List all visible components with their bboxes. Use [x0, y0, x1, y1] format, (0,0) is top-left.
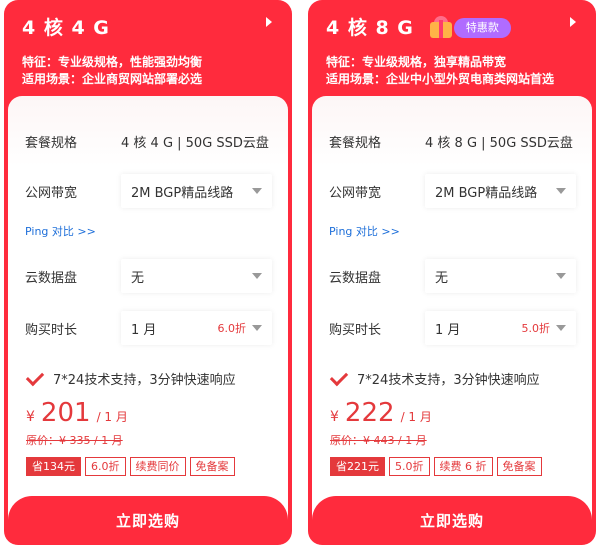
disk-label: 云数据盘 — [329, 270, 382, 286]
caret-down-icon — [252, 188, 262, 194]
plan-card-4c4g: 4 核 4 G 特征：专业级规格，性能强劲均衡 适用场景：企业商贸网站部署必选 … — [4, 0, 292, 545]
support-line: 7*24技术支持，3分钟快速响应 — [25, 367, 236, 388]
plan-feature-text: 特征：专业级规格，性能强劲均衡 — [22, 55, 203, 69]
tag-list: 省134元 6.0折 续费同价 免备案 — [26, 457, 235, 476]
plan-header: 4 核 4 G 特征：专业级规格，性能强劲均衡 适用场景：企业商贸网站部署必选 — [4, 0, 292, 96]
bandwidth-row: 公网带宽 2M BGP精品线路 — [25, 174, 272, 208]
price-value: 201 — [40, 398, 91, 428]
support-line: 7*24技术支持，3分钟快速响应 — [329, 367, 540, 388]
duration-label: 购买时长 — [329, 322, 382, 338]
bandwidth-select[interactable]: 2M BGP精品线路 — [425, 174, 576, 208]
duration-value: 1 月 — [131, 322, 157, 338]
renewal-tag: 续费同价 — [129, 457, 186, 476]
renewal-tag: 续费 6 折 — [433, 457, 493, 476]
plan-features: 特征：专业级规格，性能强劲均衡 适用场景：企业商贸网站部署必选 — [22, 54, 274, 88]
duration-label: 购买时长 — [25, 322, 78, 338]
caret-right-icon[interactable] — [266, 17, 272, 27]
price: ¥ 201 / 1 月 — [26, 398, 128, 428]
disk-label: 云数据盘 — [25, 270, 78, 286]
original-price: 原价：¥ 335 / 1 月 — [26, 434, 123, 447]
disk-value: 无 — [131, 270, 145, 286]
spec-row: 套餐规格 4 核 4 G | 50G SSD云盘 — [25, 124, 272, 158]
disk-value: 无 — [435, 270, 449, 286]
bandwidth-row: 公网带宽 2M BGP精品线路 — [329, 174, 576, 208]
currency-symbol: ¥ — [330, 409, 339, 425]
plan-cards: 4 核 4 G 特征：专业级规格，性能强劲均衡 适用场景：企业商贸网站部署必选 … — [0, 0, 601, 545]
plan-body: 套餐规格 4 核 8 G | 50G SSD云盘 公网带宽 2M BGP精品线路… — [312, 96, 592, 545]
price-value: 222 — [344, 398, 395, 428]
plan-title: 4 核 8 G 特惠款 — [326, 14, 578, 42]
bandwidth-label: 公网带宽 — [25, 185, 78, 201]
spec-label: 套餐规格 — [329, 135, 382, 151]
duration-row: 购买时长 1 月 6.0折 — [25, 311, 272, 345]
caret-down-icon — [556, 188, 566, 194]
ping-compare-link[interactable]: Ping 对比 >> — [329, 223, 400, 239]
bandwidth-label: 公网带宽 — [329, 185, 382, 201]
price-unit: / 1 月 — [400, 410, 432, 424]
check-icon — [329, 367, 349, 386]
disk-row: 云数据盘 无 — [25, 259, 272, 293]
disk-row: 云数据盘 无 — [329, 259, 576, 293]
savings-tag: 省221元 — [330, 457, 385, 476]
spec-label: 套餐规格 — [25, 135, 78, 151]
plan-features: 特征：专业级规格，独享精品带宽 适用场景：企业中小型外贸电商类网站首选 — [326, 54, 578, 88]
bandwidth-value: 2M BGP精品线路 — [131, 185, 234, 201]
plan-scenario-text: 适用场景：企业商贸网站部署必选 — [22, 72, 203, 86]
plan-title: 4 核 4 G — [22, 17, 110, 39]
promo-badge: 特惠款 — [424, 16, 511, 40]
buy-now-button[interactable]: 立即选购 — [312, 496, 592, 545]
support-text: 7*24技术支持，3分钟快速响应 — [53, 373, 236, 388]
disk-select[interactable]: 无 — [425, 259, 576, 293]
caret-right-icon[interactable] — [570, 17, 576, 27]
buy-now-button[interactable]: 立即选购 — [8, 496, 288, 545]
plan-body: 套餐规格 4 核 4 G | 50G SSD云盘 公网带宽 2M BGP精品线路… — [8, 96, 288, 545]
caret-down-icon — [252, 273, 262, 279]
plan-scenario-text: 适用场景：企业中小型外贸电商类网站首选 — [326, 72, 555, 86]
savings-tag: 省134元 — [26, 457, 81, 476]
caret-down-icon — [556, 325, 566, 331]
price: ¥ 222 / 1 月 — [330, 398, 432, 428]
plan-card-4c8g: 4 核 8 G 特惠款 特征：专业级规格，独享精品带宽 适用场景：企业中小型外贸… — [308, 0, 596, 545]
plan-feature-text: 特征：专业级规格，独享精品带宽 — [326, 55, 507, 69]
ping-compare-link[interactable]: Ping 对比 >> — [25, 223, 96, 239]
support-text: 7*24技术支持，3分钟快速响应 — [357, 373, 540, 388]
duration-discount: 5.0折 — [521, 322, 551, 335]
tag-list: 省221元 5.0折 续费 6 折 免备案 — [330, 457, 542, 476]
duration-select[interactable]: 1 月 6.0折 — [121, 311, 272, 345]
bandwidth-select[interactable]: 2M BGP精品线路 — [121, 174, 272, 208]
duration-value: 1 月 — [435, 322, 461, 338]
discount-tag: 5.0折 — [389, 457, 430, 476]
duration-discount: 6.0折 — [217, 322, 247, 335]
caret-down-icon — [252, 325, 262, 331]
caret-down-icon — [556, 273, 566, 279]
spec-value: 4 核 4 G | 50G SSD云盘 — [121, 135, 269, 151]
gift-icon — [424, 16, 458, 40]
price-unit: / 1 月 — [96, 410, 128, 424]
no-filing-tag: 免备案 — [496, 457, 542, 476]
no-filing-tag: 免备案 — [189, 457, 235, 476]
duration-row: 购买时长 1 月 5.0折 — [329, 311, 576, 345]
bandwidth-value: 2M BGP精品线路 — [435, 185, 538, 201]
promo-label: 特惠款 — [453, 18, 511, 38]
currency-symbol: ¥ — [26, 409, 35, 425]
discount-tag: 6.0折 — [85, 457, 126, 476]
spec-value: 4 核 8 G | 50G SSD云盘 — [425, 135, 573, 151]
duration-select[interactable]: 1 月 5.0折 — [425, 311, 576, 345]
plan-header: 4 核 8 G 特惠款 特征：专业级规格，独享精品带宽 适用场景：企业中小型外贸… — [308, 0, 596, 96]
check-icon — [25, 367, 45, 386]
spec-row: 套餐规格 4 核 8 G | 50G SSD云盘 — [329, 124, 576, 158]
original-price: 原价：¥ 443 / 1 月 — [330, 434, 427, 447]
disk-select[interactable]: 无 — [121, 259, 272, 293]
